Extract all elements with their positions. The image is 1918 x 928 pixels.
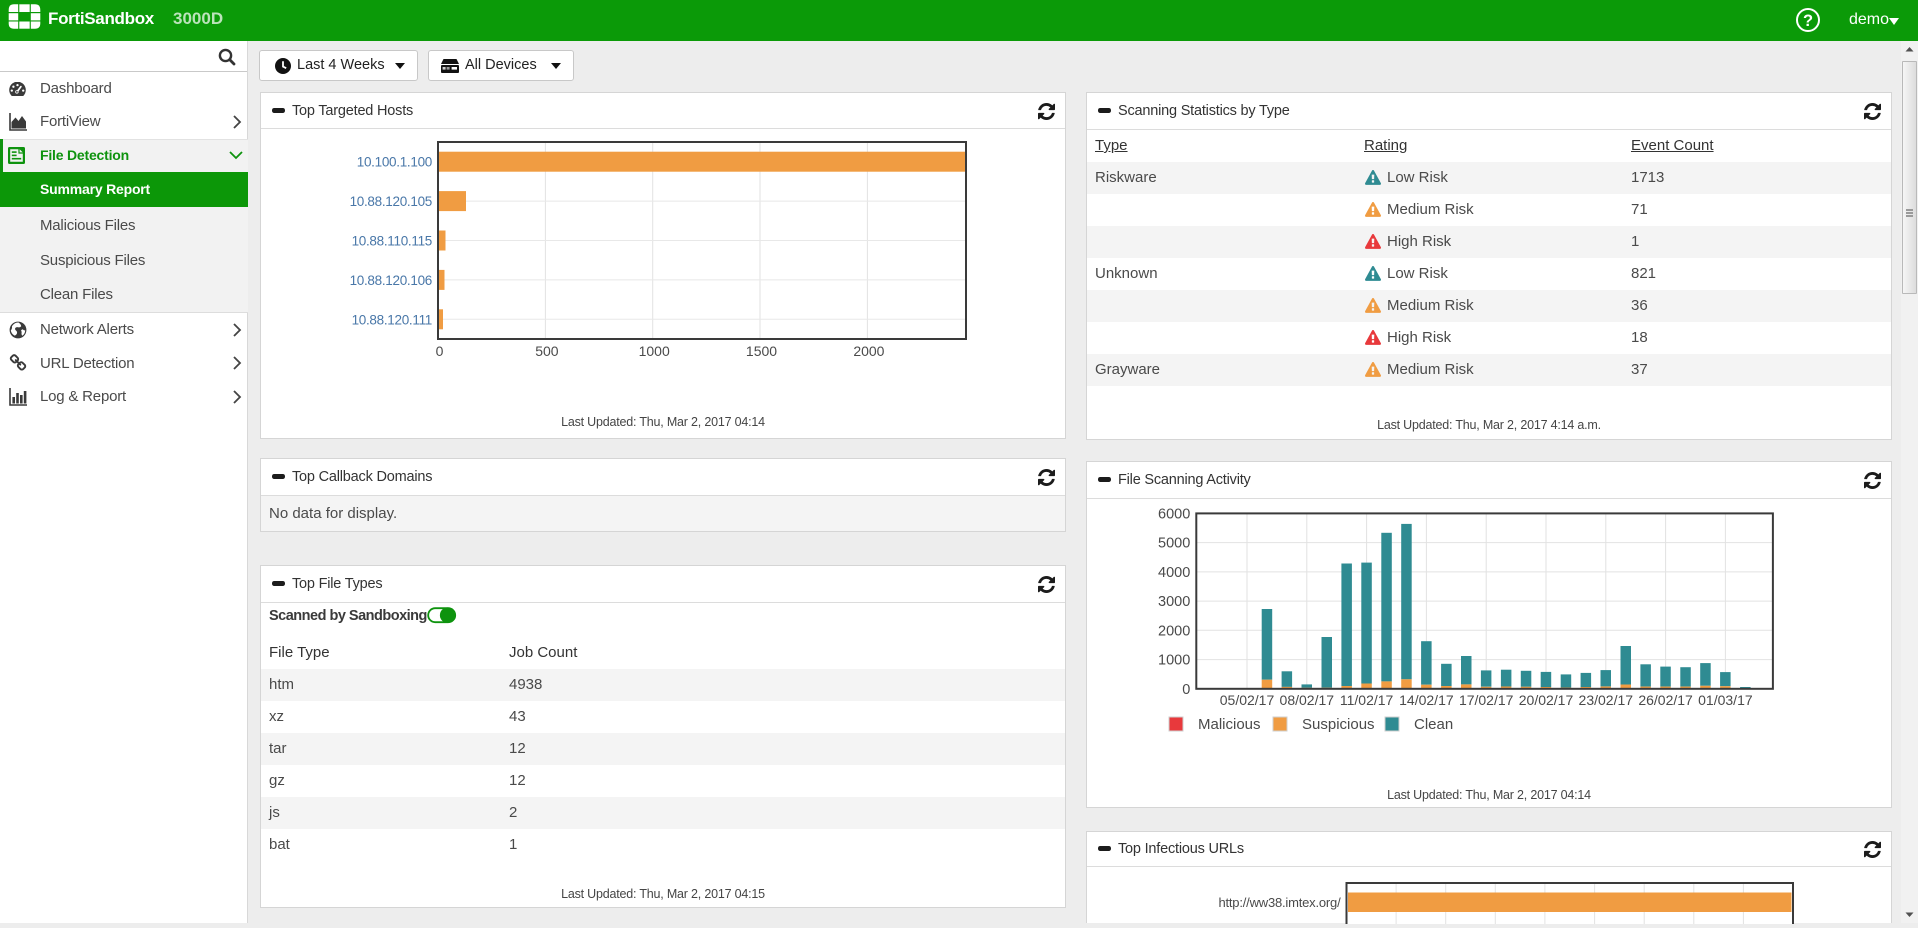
svg-text:Suspicious: Suspicious <box>1302 716 1375 733</box>
svg-text:Clean: Clean <box>1414 716 1453 733</box>
svg-text:3000: 3000 <box>1158 594 1190 610</box>
svg-text:4000: 4000 <box>1158 565 1190 581</box>
svg-text:0: 0 <box>436 343 444 359</box>
svg-text:11/02/17: 11/02/17 <box>1340 692 1394 708</box>
svg-text:23/02/17: 23/02/17 <box>1579 692 1634 708</box>
svg-text:1000: 1000 <box>639 343 670 359</box>
svg-text:500: 500 <box>535 343 559 359</box>
svg-text:08/02/17: 08/02/17 <box>1280 692 1335 708</box>
svg-text:6000: 6000 <box>1158 506 1190 522</box>
svg-text:10.88.120.106: 10.88.120.106 <box>350 273 432 288</box>
svg-text:1500: 1500 <box>746 343 777 359</box>
svg-text:26/02/17: 26/02/17 <box>1638 692 1693 708</box>
svg-text:5000: 5000 <box>1158 536 1190 552</box>
svg-text:01/03/17: 01/03/17 <box>1698 692 1753 708</box>
svg-text:10.88.110.115: 10.88.110.115 <box>352 234 432 249</box>
svg-text:Malicious: Malicious <box>1198 716 1261 733</box>
svg-text:05/02/17: 05/02/17 <box>1220 692 1275 708</box>
svg-text:10.100.1.100: 10.100.1.100 <box>357 155 432 170</box>
svg-text:http://ww38.imtex.org/: http://ww38.imtex.org/ <box>1218 895 1341 910</box>
svg-text:1000: 1000 <box>1158 653 1190 669</box>
svg-text:2000: 2000 <box>853 343 884 359</box>
svg-text:20/02/17: 20/02/17 <box>1519 692 1574 708</box>
svg-text:10.88.120.111: 10.88.120.111 <box>352 312 432 327</box>
svg-text:2000: 2000 <box>1158 623 1190 639</box>
svg-text:?: ? <box>1803 12 1813 30</box>
svg-text:14/02/17: 14/02/17 <box>1399 692 1454 708</box>
svg-text:0: 0 <box>1182 682 1190 698</box>
svg-text:10.88.120.105: 10.88.120.105 <box>350 194 432 209</box>
svg-text:17/02/17: 17/02/17 <box>1459 692 1514 708</box>
